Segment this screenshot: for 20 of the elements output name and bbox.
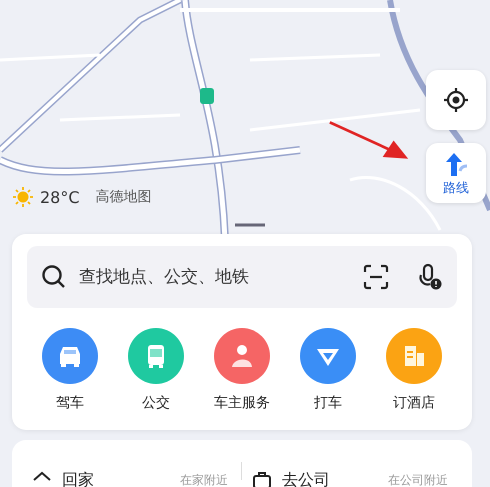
locate-button[interactable] <box>426 70 486 130</box>
temperature-text: 28°C <box>40 188 80 206</box>
search-field[interactable]: 查找地点、公交、地铁 <box>77 266 353 288</box>
sun-icon <box>12 186 34 208</box>
service-shortcut[interactable]: 打车 <box>285 328 371 412</box>
shortcut-link[interactable]: 去公司 <box>282 470 330 487</box>
shortcut-hint: 在公司附近 <box>388 472 448 487</box>
briefcase-icon <box>252 471 272 487</box>
microphone-icon[interactable] <box>419 263 443 291</box>
service-shortcut[interactable]: 公交 <box>113 328 199 412</box>
shortcut-link[interactable]: 回家 <box>62 470 94 487</box>
route-button[interactable]: 路线 <box>426 143 486 203</box>
brand-text: 高德地图 <box>96 188 152 206</box>
service-shortcut[interactable]: 订酒店 <box>371 328 457 412</box>
service-shortcut[interactable]: 车主服务 <box>199 328 285 412</box>
shortcut-hint: 在家附近 <box>180 472 228 487</box>
service-shortcut[interactable]: 驾车 <box>27 328 113 412</box>
search-icon <box>41 264 67 290</box>
scan-icon[interactable] <box>363 264 389 290</box>
locate-icon <box>442 86 470 114</box>
